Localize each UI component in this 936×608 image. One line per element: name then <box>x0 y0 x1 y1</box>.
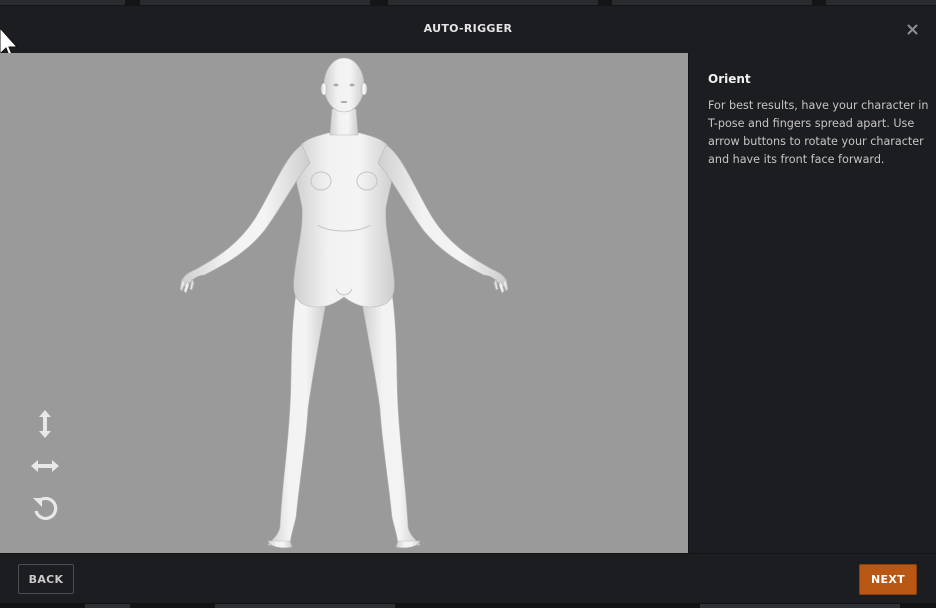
back-button[interactable]: BACK <box>18 564 74 594</box>
3d-viewport[interactable] <box>0 53 688 553</box>
dialog-title: AUTO-RIGGER <box>423 22 513 35</box>
dialog-header: AUTO-RIGGER <box>0 6 936 53</box>
panel-title: Orient <box>708 72 751 86</box>
dialog-footer: BACK NEXT <box>0 553 936 604</box>
humanoid-character-model <box>179 57 509 549</box>
rotate-button[interactable] <box>26 487 64 529</box>
rotate-icon <box>33 496 58 521</box>
move-horizontal-button[interactable] <box>26 445 64 487</box>
panel-description: For best results, have your character in… <box>708 99 929 166</box>
move-vertical-button[interactable] <box>26 403 64 445</box>
close-icon <box>907 24 917 34</box>
orient-tools <box>26 403 64 529</box>
move-vertical-icon <box>39 410 51 438</box>
move-horizontal-icon <box>31 460 59 472</box>
close-button[interactable] <box>900 18 924 40</box>
auto-rigger-dialog: AUTO-RIGGER Orient For best results, hav… <box>0 0 936 608</box>
background-strip-bottom <box>0 603 936 608</box>
instructions-panel: Orient For best results, have your chara… <box>688 53 936 553</box>
next-button[interactable]: NEXT <box>859 564 917 595</box>
